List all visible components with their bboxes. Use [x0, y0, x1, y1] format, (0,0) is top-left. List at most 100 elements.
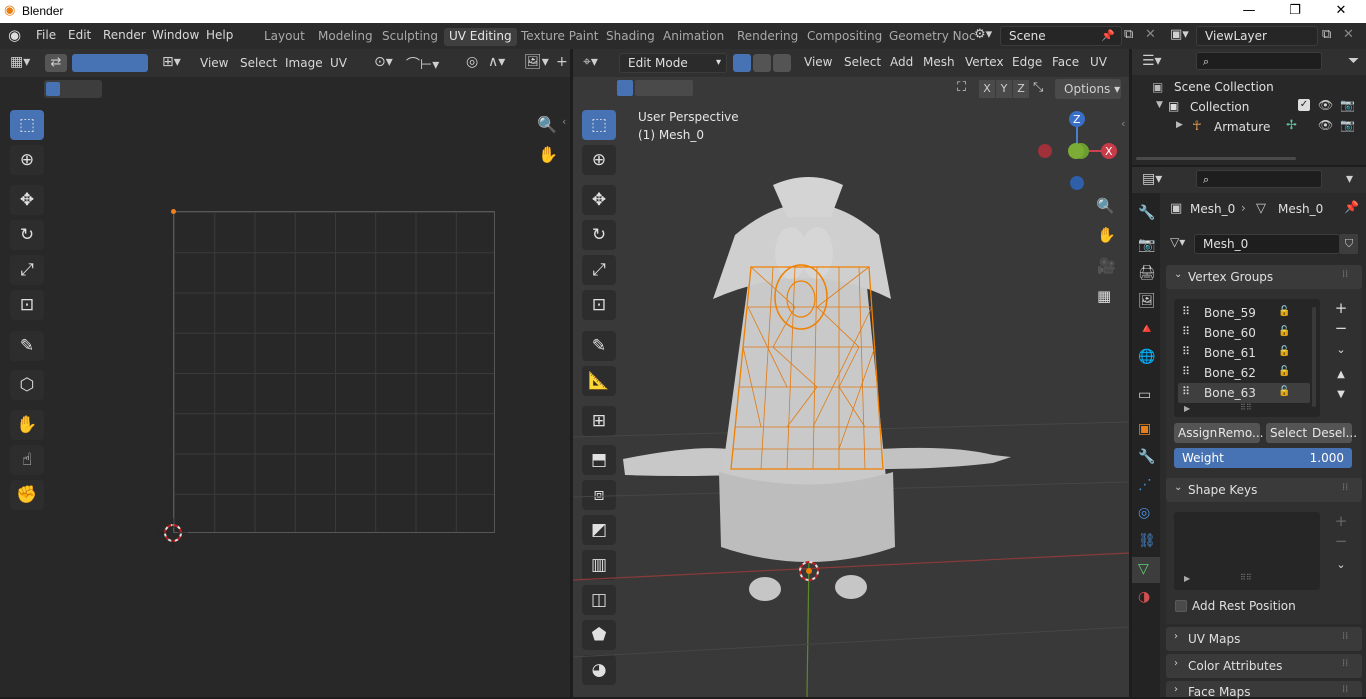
delete-viewlayer-icon[interactable]: ✕ — [1343, 27, 1354, 42]
list-item[interactable]: ⠿ Bone_61 🔓 — [1178, 343, 1310, 363]
uv-maps-panel-header[interactable]: › UV Maps ⁞⁞ — [1166, 627, 1362, 651]
tool-tab-icon[interactable]: 🔧 — [1138, 205, 1155, 221]
image-browse-icon[interactable]: 🖼▾ — [524, 54, 549, 70]
snap-icon[interactable]: ⌒⊢▾ — [406, 54, 439, 74]
pan-hand-icon[interactable]: ✋ — [538, 145, 558, 164]
properties-options-icon[interactable]: ▾ — [1346, 171, 1353, 187]
select-button[interactable]: Select — [1270, 426, 1307, 440]
shape-key-specials-icon[interactable]: ⌄ — [1330, 558, 1352, 571]
expand-armature-icon[interactable]: ▶ — [1176, 120, 1183, 130]
collection-visibility-icon[interactable]: 👁 — [1318, 98, 1333, 112]
mode-dropdown[interactable]: Edit Mode ▾ — [619, 53, 727, 73]
viewport-editor-type-icon[interactable]: ⌖▾ — [583, 54, 598, 70]
new-scene-icon[interactable]: ⧉ — [1124, 27, 1133, 42]
proportional-edit-icon[interactable]: ◎ — [466, 54, 478, 70]
tab-layout[interactable]: Layout — [259, 28, 310, 46]
collection-label[interactable]: Collection — [1190, 100, 1249, 114]
tab-sculpting[interactable]: Sculpting — [377, 28, 443, 46]
remove-vertex-group-button[interactable]: − — [1330, 319, 1352, 337]
zoom-icon[interactable]: 🔍 — [537, 115, 557, 134]
grab-tool[interactable]: ✋ — [10, 410, 44, 440]
pin-properties-icon[interactable]: 📌 — [1344, 200, 1359, 214]
properties-search-input[interactable]: ⌕ — [1196, 170, 1322, 188]
tab-animation[interactable]: Animation — [658, 28, 729, 46]
uv-menu-view[interactable]: View — [200, 56, 228, 70]
list-item[interactable]: ⠿ Bone_59 🔓 — [1178, 303, 1310, 323]
filter-icon[interactable]: ⏷ — [1348, 53, 1359, 69]
vp-menu-select[interactable]: Select — [844, 55, 881, 69]
remove-shape-key-button[interactable]: − — [1330, 532, 1352, 550]
outliner-scrollbar[interactable] — [1136, 157, 1296, 160]
deselect-button[interactable]: Desel... — [1312, 426, 1357, 440]
add-rest-position-checkbox[interactable] — [1175, 600, 1187, 612]
uv-menu-uv[interactable]: UV — [330, 56, 347, 70]
rotate-tool[interactable]: ↻ — [10, 220, 44, 250]
outliner-search-input[interactable]: ⌕ — [1196, 52, 1322, 70]
mesh-data-tab-icon[interactable]: ▽ — [1138, 561, 1149, 577]
collection-render-icon[interactable]: 📷 — [1340, 98, 1355, 112]
properties-editor-type-icon[interactable]: ▤▾ — [1142, 171, 1162, 187]
mesh-browse-icon[interactable]: ▽▾ — [1170, 235, 1185, 249]
move-down-icon[interactable]: ▼ — [1330, 389, 1352, 407]
face-select-button[interactable] — [773, 54, 791, 72]
list-item[interactable]: ⠿ Bone_62 🔓 — [1178, 363, 1310, 383]
vp-menu-face[interactable]: Face — [1052, 55, 1079, 69]
new-viewlayer-icon[interactable]: ⧉ — [1322, 27, 1331, 42]
armature-label[interactable]: Armature — [1214, 120, 1270, 134]
list-item[interactable]: ⠿ Bone_60 🔓 — [1178, 323, 1310, 343]
render-tab-icon[interactable]: 📷 — [1138, 237, 1155, 253]
select-box-tool[interactable]: ⬚ — [10, 110, 44, 140]
pivot-icon[interactable]: ⊙▾ — [374, 54, 393, 70]
pinch-tool[interactable]: ✊ — [10, 480, 44, 510]
tab-texture-paint[interactable]: Texture Paint — [516, 28, 603, 46]
move-up-icon[interactable]: ▲ — [1330, 369, 1352, 387]
particles-tab-icon[interactable]: ⋰ — [1138, 477, 1152, 493]
armature-visibility-icon[interactable]: 👁 — [1318, 118, 1333, 132]
blender-menu-icon[interactable]: ◉ — [8, 26, 21, 44]
vp-menu-view[interactable]: View — [804, 55, 832, 69]
assign-button[interactable]: Assign — [1178, 426, 1217, 440]
pin-icon[interactable]: 📌 — [1101, 27, 1115, 45]
delete-scene-icon[interactable]: ✕ — [1145, 27, 1156, 42]
shape-keys-drag-icon[interactable]: ⁞⁞ — [1342, 482, 1348, 493]
maximize-button[interactable]: ❐ — [1272, 0, 1318, 23]
sticky-select-icon[interactable]: ⊞▾ — [162, 54, 181, 70]
uv-menu-select[interactable]: Select — [240, 56, 277, 70]
lock-icon[interactable]: 🔓 — [1278, 306, 1290, 317]
scene-collection-label[interactable]: Scene Collection — [1174, 80, 1274, 94]
drag-handle-icon[interactable]: ⁞⁞ — [1342, 269, 1348, 280]
uv-maps-drag-icon[interactable]: ⁞⁞ — [1342, 631, 1348, 642]
menu-window[interactable]: Window — [152, 28, 199, 42]
new-image-icon[interactable]: + — [556, 54, 568, 70]
lock-icon[interactable]: 🔓 — [1278, 366, 1290, 377]
viewlayer-icon[interactable]: ▣▾ — [1170, 27, 1189, 42]
remove-button[interactable]: Remo... — [1218, 426, 1263, 440]
list-scrollbar[interactable] — [1312, 307, 1316, 407]
vp-menu-mesh[interactable]: Mesh — [923, 55, 955, 69]
face-maps-drag-icon[interactable]: ⁞⁞ — [1342, 684, 1348, 695]
output-tab-icon[interactable]: 🖨 — [1138, 265, 1156, 281]
select-mode-group[interactable] — [72, 54, 148, 72]
list-filter-toggle-icon[interactable]: ▶ — [1184, 404, 1190, 413]
collection-tab-icon[interactable]: ▭ — [1138, 387, 1151, 403]
sync-selection-icon[interactable]: ⇄ — [45, 54, 67, 72]
vertex-select-button[interactable] — [733, 54, 751, 72]
scene-field[interactable]: Scene 📌 — [1000, 26, 1122, 46]
object-tab-icon[interactable]: ▣ — [1138, 421, 1151, 437]
view-layer-tab-icon[interactable]: 🖼 — [1138, 293, 1156, 309]
face-maps-panel-header[interactable]: › Face Maps ⁞⁞ — [1166, 681, 1362, 699]
shape-keys-panel-header[interactable]: ⌄ Shape Keys ⁞⁞ — [1166, 478, 1362, 502]
menu-render[interactable]: Render — [103, 28, 146, 42]
scale-tool[interactable]: ⤢ — [10, 255, 44, 285]
lock-icon[interactable]: 🔓 — [1278, 386, 1290, 397]
collection-checkbox[interactable]: ✓ — [1298, 99, 1310, 111]
falloff-icon[interactable]: ∧▾ — [488, 54, 505, 70]
tab-uv-editing[interactable]: UV Editing — [444, 28, 517, 46]
annotate-tool[interactable]: ✎ — [10, 331, 44, 361]
outliner-editor-type-icon[interactable]: ☰▾ — [1142, 53, 1162, 69]
armature-render-icon[interactable]: 📷 — [1340, 118, 1355, 132]
vertex-group-specials-icon[interactable]: ⌄ — [1330, 343, 1352, 361]
list-item-active[interactable]: ⠿ Bone_63 🔓 — [1178, 383, 1310, 403]
select-new-icon[interactable] — [46, 82, 60, 96]
list-resize-handle-icon[interactable]: ⠿⠿ — [1240, 403, 1252, 412]
